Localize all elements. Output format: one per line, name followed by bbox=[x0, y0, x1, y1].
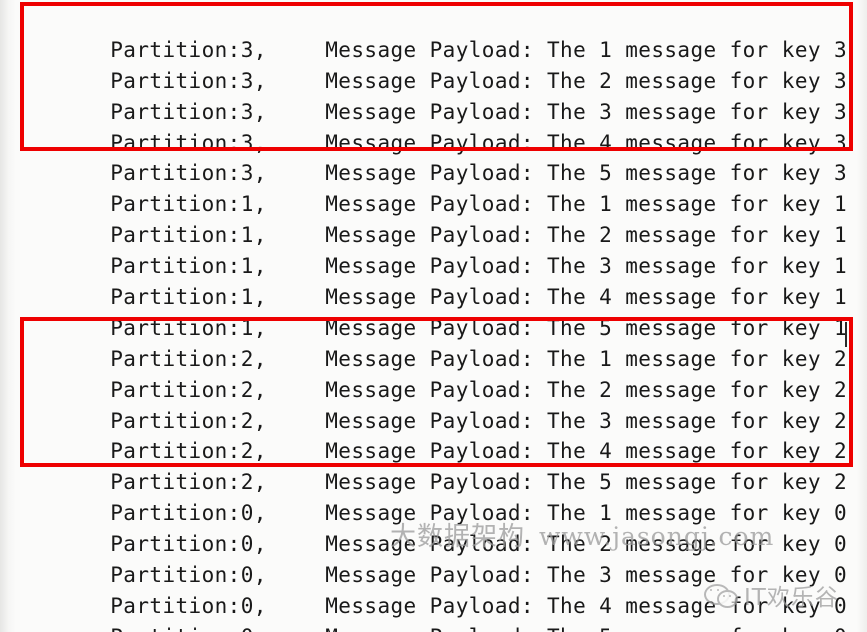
console-screenshot: Partition:3, Message Payload: The 1 messa… bbox=[0, 0, 867, 632]
log-partition-field: Partition:1, bbox=[110, 315, 267, 340]
console-output-log[interactable]: Partition:3, Message Payload: The 1 messa… bbox=[0, 0, 867, 632]
log-payload-field: Message Payload: The 5 message for key 3 bbox=[325, 161, 847, 186]
log-partition-field: Partition:1, bbox=[110, 285, 267, 310]
log-partition-field: Partition:2, bbox=[110, 470, 267, 495]
log-partition-field: Partition:2, bbox=[110, 377, 267, 402]
log-payload-field: Message Payload: The 4 message for key 2 bbox=[325, 439, 847, 464]
log-payload-field: Message Payload: The 2 message for key 1 bbox=[325, 223, 847, 248]
log-partition-field: Partition:1, bbox=[110, 254, 267, 279]
log-payload-field: Message Payload: The 2 message for key 0 bbox=[325, 532, 847, 557]
log-payload-field: Message Payload: The 5 message for key 2 bbox=[325, 470, 847, 495]
log-payload-field: Message Payload: The 1 message for key 0 bbox=[325, 501, 847, 526]
log-payload-field: Message Payload: The 1 message for key 2 bbox=[325, 346, 847, 371]
log-payload-field: Message Payload: The 5 message for key 1 bbox=[325, 315, 847, 340]
log-payload-field: Message Payload: The 3 message for key 0 bbox=[325, 563, 847, 588]
log-partition-field: Partition:3, bbox=[110, 161, 267, 186]
log-partition-field: Partition:0, bbox=[110, 532, 267, 557]
log-line: Partition:3, Message Payload: The 1 messa… bbox=[0, 4, 867, 62]
log-partition-field: Partition:3, bbox=[110, 99, 267, 124]
log-partition-field: Partition:0, bbox=[110, 593, 267, 618]
log-partition-field: Partition:3, bbox=[110, 130, 267, 155]
log-partition-field: Partition:2, bbox=[110, 439, 267, 464]
log-payload-field: Message Payload: The 5 message for key 0 bbox=[325, 622, 847, 632]
log-payload-field: Message Payload: The 2 message for key 3 bbox=[325, 68, 847, 93]
log-partition-field: Partition:0, bbox=[110, 622, 325, 632]
text-cursor bbox=[845, 322, 847, 347]
log-payload-field: Message Payload: The 4 message for key 1 bbox=[325, 285, 847, 310]
log-payload-field: Message Payload: The 1 message for key 3 bbox=[325, 37, 847, 62]
log-partition-field: Partition:1, bbox=[110, 192, 267, 217]
log-payload-field: Message Payload: The 3 message for key 2 bbox=[325, 408, 847, 433]
log-partition-field: Partition:0, bbox=[110, 501, 267, 526]
log-partition-field: Partition:0, bbox=[110, 563, 267, 588]
log-partition-field: Partition:3, bbox=[110, 37, 267, 62]
log-payload-field: Message Payload: The 4 message for key 0 bbox=[325, 593, 847, 618]
log-partition-field: Partition:2, bbox=[110, 346, 267, 371]
log-payload-field: Message Payload: The 4 message for key 3 bbox=[325, 130, 847, 155]
log-payload-field: Message Payload: The 3 message for key 3 bbox=[325, 99, 847, 124]
log-partition-field: Partition:1, bbox=[110, 223, 267, 248]
log-payload-field: Message Payload: The 2 message for key 2 bbox=[325, 377, 847, 402]
log-partition-field: Partition:2, bbox=[110, 408, 267, 433]
log-partition-field: Partition:3, bbox=[110, 68, 267, 93]
log-payload-field: Message Payload: The 3 message for key 1 bbox=[325, 254, 847, 279]
log-payload-field: Message Payload: The 1 message for key 1 bbox=[325, 192, 847, 217]
